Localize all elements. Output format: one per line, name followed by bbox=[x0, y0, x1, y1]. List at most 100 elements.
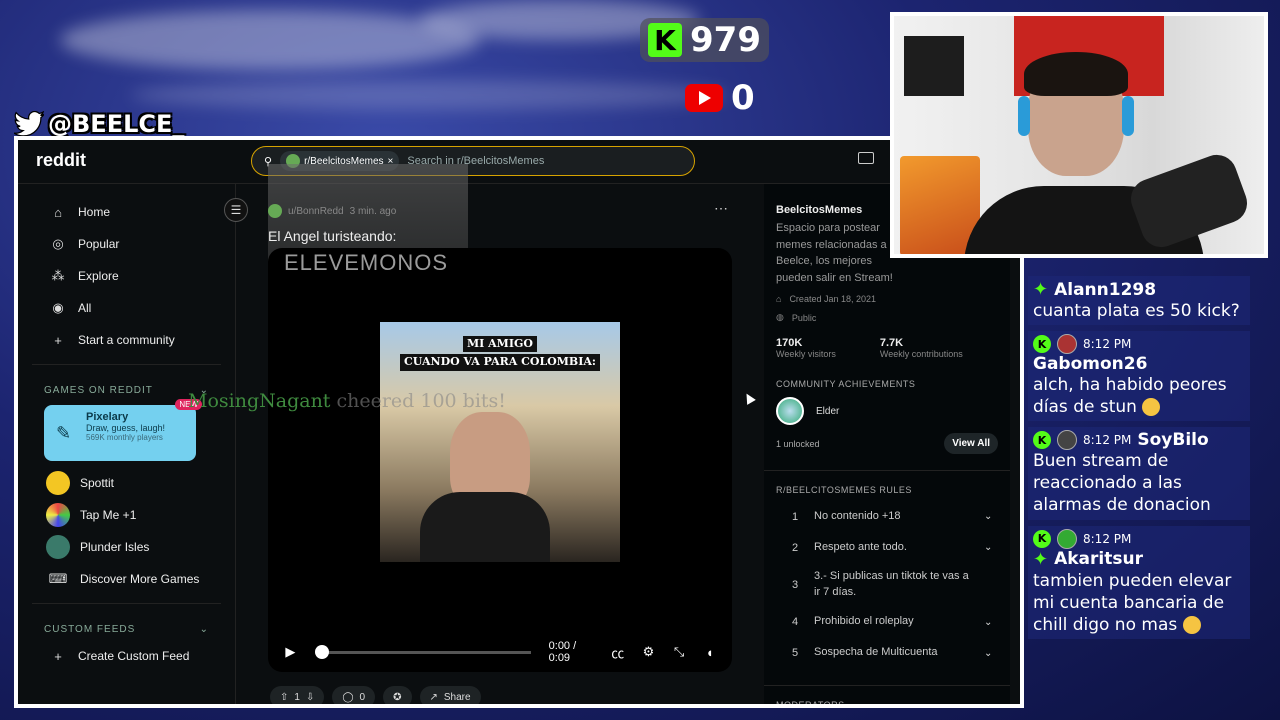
moderators-header: MODERATORS bbox=[776, 699, 845, 708]
cloud bbox=[130, 80, 730, 110]
comment-icon: ◯ bbox=[342, 691, 354, 703]
headphone-left bbox=[1018, 96, 1030, 136]
collapse-sidebar-button[interactable]: ☰ bbox=[224, 198, 248, 222]
nav-home[interactable]: ⌂ Home bbox=[18, 196, 235, 228]
comment-count: 0 bbox=[359, 691, 366, 703]
community-stats: 170K Weekly visitors 7.7K Weekly contribut… bbox=[776, 337, 998, 359]
rule-item[interactable]: 2 Respeto ante todo. ⌄ bbox=[776, 532, 998, 563]
chat-username: Akaritsur bbox=[1054, 549, 1143, 570]
post-title[interactable]: El Angel turisteando: bbox=[268, 228, 396, 244]
kick-badge-icon: K bbox=[1033, 335, 1051, 354]
nav-label: Home bbox=[78, 205, 111, 219]
sparkle-icon: ✦ bbox=[1033, 279, 1049, 300]
video-player[interactable]: MI AMIGO CUANDO VA PARA COLOMBIA: ▶ 0:00… bbox=[268, 248, 732, 672]
pixelary-players: 569K monthly players bbox=[86, 433, 163, 442]
visibility-row: ◍ Public bbox=[776, 312, 998, 323]
vote-control: ⇧ 1 ⇩ bbox=[270, 686, 325, 704]
all-icon: ◉ bbox=[52, 300, 64, 315]
share-button[interactable]: ↗ Share bbox=[419, 686, 481, 704]
stat-label: Weekly contributions bbox=[879, 349, 963, 359]
microphone bbox=[1125, 149, 1253, 253]
downvote-icon[interactable]: ⇩ bbox=[306, 692, 314, 703]
play-icon[interactable]: ▶ bbox=[280, 644, 301, 660]
rule-item[interactable]: 1 No contenido +18 ⌄ bbox=[776, 501, 998, 532]
game-spottit[interactable]: Spottit bbox=[18, 467, 235, 499]
settings-gear-icon[interactable]: ⚙ bbox=[638, 644, 659, 660]
game-tap-me[interactable]: Tap Me +1 bbox=[18, 499, 235, 531]
nav-label: All bbox=[78, 301, 92, 315]
custom-feeds-header[interactable]: CUSTOM FEEDS ⌄ bbox=[18, 618, 235, 640]
youtube-count: 0 bbox=[731, 78, 755, 118]
cloud bbox=[60, 10, 480, 70]
rule-number: 4 bbox=[792, 616, 799, 629]
discover-more-games[interactable]: ⌨ Discover More Games bbox=[18, 563, 235, 595]
stat-contributions: 7.7K Weekly contributions bbox=[880, 337, 963, 359]
game-label: Discover More Games bbox=[80, 572, 200, 586]
rule-item[interactable]: 4 Prohibido el roleplay ⌄ bbox=[776, 607, 998, 638]
nav-label: Explore bbox=[78, 269, 119, 283]
chat-header: K 8:12 PM bbox=[1033, 334, 1245, 355]
nav-popular[interactable]: ◎ Popular bbox=[18, 228, 235, 260]
stat-value: 170K bbox=[776, 337, 803, 349]
post-age: 3 min. ago bbox=[349, 205, 397, 217]
achievements-header: COMMUNITY ACHIEVEMENTS bbox=[776, 379, 916, 389]
progress-knob[interactable] bbox=[314, 644, 329, 659]
captions-icon[interactable]: ㏄ bbox=[607, 643, 628, 662]
more-options-icon[interactable]: ⋯ bbox=[714, 200, 728, 217]
achievement-item[interactable]: Elder bbox=[776, 397, 998, 425]
kick-logo-icon: K bbox=[648, 23, 682, 57]
game-plunder-isles[interactable]: Plunder Isles bbox=[18, 531, 235, 563]
view-all-button[interactable]: View All bbox=[944, 433, 998, 454]
fullscreen-icon[interactable]: ⤡ bbox=[669, 644, 690, 660]
gamepad-icon: ⌨ bbox=[48, 571, 68, 586]
chevron-down-icon: ⌄ bbox=[199, 623, 209, 635]
post-author[interactable]: u/BonnRedd bbox=[288, 206, 344, 217]
divider bbox=[32, 603, 221, 604]
chat-message: K 8:12 PM ✦ Akaritsur tambien pueden eleva… bbox=[1028, 525, 1250, 639]
overlay-alert-text: ELEVEMONOS bbox=[284, 250, 449, 275]
unlocked-count: 1 unlocked bbox=[776, 438, 820, 449]
upvote-icon[interactable]: ⇧ bbox=[280, 692, 288, 703]
cake-icon: ⌂ bbox=[776, 294, 782, 304]
video-progress-bar[interactable] bbox=[314, 644, 531, 659]
nav-explore[interactable]: ⁂ Explore bbox=[18, 260, 235, 292]
stream-chat: ✦ Alann1298 cuanta plata es 50 kick? K 8:1… bbox=[1028, 276, 1250, 645]
pixelary-card[interactable]: ✎ Pixelary Draw, guess, laugh! 569K mont… bbox=[44, 399, 202, 461]
rule-text: Sospecha de Multicuenta bbox=[814, 646, 938, 659]
chat-header: ✦ Alann1298 bbox=[1033, 279, 1245, 300]
create-custom-feed[interactable]: + Create Custom Feed bbox=[18, 640, 235, 672]
headphone-right bbox=[1122, 96, 1134, 136]
nav-all[interactable]: ◉ All bbox=[18, 292, 235, 324]
emoji-icon bbox=[1142, 398, 1161, 417]
volume-icon[interactable]: ◖ bbox=[699, 645, 720, 660]
comments-button[interactable]: ◯ 0 bbox=[332, 686, 376, 704]
left-sidebar: ⌂ Home ◎ Popular ⁂ Explore ◉ All + Start a co… bbox=[18, 184, 236, 704]
reddit-logo[interactable]: reddit bbox=[36, 150, 86, 171]
achievements-summary: 1 unlocked View All bbox=[776, 433, 998, 454]
vote-count: 1 bbox=[294, 691, 300, 703]
section-title: CUSTOM FEEDS bbox=[44, 623, 136, 635]
game-label: Tap Me +1 bbox=[80, 508, 137, 522]
stat-label: Weekly visitors bbox=[776, 349, 836, 359]
rule-item[interactable]: 3 3.- Si publicas un tiktok te vas a ir 7… bbox=[776, 563, 998, 607]
award-button[interactable]: ✪ bbox=[383, 686, 412, 704]
advertise-icon[interactable] bbox=[858, 152, 874, 164]
popular-icon: ◎ bbox=[52, 236, 64, 251]
stat-value: 7.7K bbox=[879, 337, 904, 349]
rule-number: 3 bbox=[792, 578, 799, 591]
rule-item[interactable]: 5 Sospecha de Multicuenta ⌄ bbox=[776, 638, 998, 669]
emoji-icon bbox=[1182, 615, 1201, 634]
plus-icon: + bbox=[54, 332, 62, 348]
divider bbox=[32, 364, 221, 365]
pixelary-subtitle: Draw, guess, laugh! bbox=[86, 423, 166, 433]
wall-poster bbox=[904, 36, 964, 96]
chat-time: 8:12 PM bbox=[1083, 337, 1132, 352]
nav-start-community[interactable]: + Start a community bbox=[18, 324, 235, 356]
chat-message: K 8:12 PM SoyBilo Buen stream de reacciona… bbox=[1028, 427, 1250, 520]
youtube-logo-icon bbox=[685, 84, 723, 112]
kick-badge-icon: K bbox=[1033, 529, 1051, 548]
chat-header: K 8:12 PM SoyBilo bbox=[1033, 430, 1245, 451]
author-avatar bbox=[268, 204, 282, 218]
elder-badge-icon bbox=[776, 397, 804, 425]
plunder-isles-icon bbox=[46, 535, 70, 559]
